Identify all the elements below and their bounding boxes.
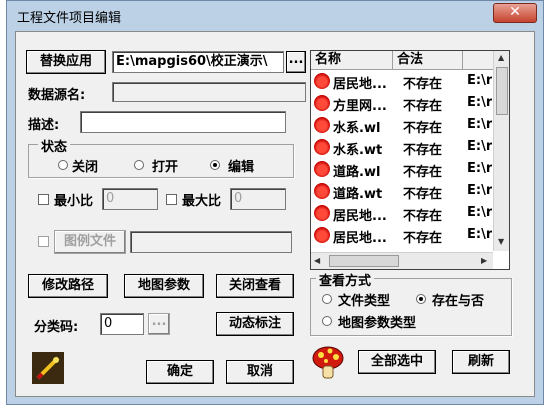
- file-status-icon: [314, 183, 330, 199]
- datasource-label: 数据源名:: [28, 88, 86, 103]
- column-path[interactable]: [463, 51, 493, 69]
- classify-field[interactable]: 0: [100, 313, 144, 335]
- file-status-icon: [314, 73, 330, 89]
- scroll-up-icon[interactable]: ▲: [498, 53, 504, 62]
- classify-label: 分类码:: [34, 320, 79, 335]
- list-item[interactable]: 水系.wl 不存在 E:\r: [311, 115, 493, 137]
- description-label: 描述:: [28, 118, 60, 133]
- scroll-down-icon[interactable]: ▼: [498, 237, 504, 246]
- list-item[interactable]: 方里网... 不存在 E:\r: [311, 93, 493, 115]
- list-vertical-scrollbar[interactable]: ▲ ▼: [493, 51, 509, 251]
- view-file-type-radio[interactable]: [322, 294, 332, 304]
- close-button[interactable]: ✕: [493, 3, 537, 23]
- list-header: 名称 合法: [311, 51, 493, 70]
- state-group-title: 状态: [38, 136, 71, 155]
- file-status-icon: [314, 227, 330, 243]
- select-all-button[interactable]: 全部选中: [358, 350, 436, 374]
- file-status-icon: [314, 117, 330, 133]
- view-mode-title: 查看方式: [316, 270, 375, 289]
- file-status-icon: [314, 205, 330, 221]
- path-field[interactable]: E:\mapgis60\校正演示\: [112, 51, 284, 73]
- legend-file-checkbox: [38, 236, 49, 247]
- scroll-right-icon[interactable]: ▶: [481, 256, 487, 265]
- state-close-radio[interactable]: [58, 160, 68, 170]
- column-name[interactable]: 名称: [311, 51, 393, 69]
- min-scale-label: 最小比: [54, 194, 94, 209]
- list-item[interactable]: 居民地... 不存在 E:\r: [311, 203, 493, 225]
- state-edit-label: 编辑: [228, 160, 255, 175]
- list-item[interactable]: 居民地... 不存在 E:\r: [311, 225, 493, 247]
- scroll-thumb[interactable]: [496, 67, 508, 115]
- view-map-param-label: 地图参数类型: [338, 316, 417, 331]
- view-map-param-radio[interactable]: [322, 316, 332, 326]
- pen-icon: [32, 352, 64, 384]
- legend-file-field: [130, 231, 292, 253]
- dialog-client: 替换应用 E:\mapgis60\校正演示\ ... 数据源名: 描述: 状态 …: [15, 31, 535, 397]
- file-status-icon: [314, 161, 330, 177]
- view-exists-label: 存在与否: [432, 294, 485, 309]
- max-scale-label: 最大比: [182, 194, 222, 209]
- datasource-field: [112, 82, 306, 102]
- title-bar: 工程文件项目编辑 ✕: [7, 1, 543, 29]
- replace-apply-button[interactable]: 替换应用: [26, 50, 106, 74]
- max-scale-field: 0: [230, 188, 286, 210]
- view-exists-radio[interactable]: [416, 294, 426, 304]
- cancel-button[interactable]: 取消: [226, 360, 294, 384]
- view-file-type-label: 文件类型: [338, 294, 391, 309]
- file-status-icon: [314, 139, 330, 155]
- state-open-radio[interactable]: [134, 160, 144, 170]
- file-status-icon: [314, 95, 330, 111]
- min-scale-field: 0: [102, 188, 158, 210]
- scroll-left-icon[interactable]: ◀: [314, 256, 320, 265]
- list-horizontal-scrollbar[interactable]: ◀ ▶: [311, 252, 493, 269]
- browse-button[interactable]: ...: [286, 51, 306, 73]
- state-open-label: 打开: [152, 160, 179, 175]
- list-item[interactable]: 水系.wt 不存在 E:\r: [311, 137, 493, 159]
- ok-button[interactable]: 确定: [146, 360, 214, 384]
- state-close-label: 关闭: [72, 160, 99, 175]
- modify-path-button[interactable]: 修改路径: [28, 274, 108, 298]
- description-field[interactable]: [80, 111, 286, 133]
- classify-browse-button: ...: [148, 313, 170, 335]
- list-item[interactable]: 道路.wl 不存在 E:\r: [311, 159, 493, 181]
- column-legal[interactable]: 合法: [393, 51, 463, 69]
- legend-file-button: 图例文件: [54, 230, 126, 254]
- scroll-h-thumb[interactable]: [329, 255, 399, 267]
- close-view-button[interactable]: 关闭查看: [216, 274, 294, 298]
- list-item[interactable]: 道路.wt 不存在 E:\r: [311, 181, 493, 203]
- window-title: 工程文件项目编辑: [17, 11, 122, 26]
- dialog-window: 工程文件项目编辑 ✕ 替换应用 E:\mapgis60\校正演示\ ... 数据…: [6, 0, 544, 405]
- file-list[interactable]: 名称 合法 居民地... 不存在 E:\r 方里网... 不存在 E:\r 水系…: [310, 50, 510, 270]
- state-edit-radio[interactable]: [210, 160, 220, 170]
- max-scale-checkbox[interactable]: [166, 194, 177, 205]
- mushroom-icon: [312, 344, 344, 380]
- refresh-button[interactable]: 刷新: [452, 350, 510, 374]
- list-item[interactable]: 居民地... 不存在 E:\r: [311, 71, 493, 93]
- dynamic-label-button[interactable]: 动态标注: [216, 312, 294, 336]
- min-scale-checkbox[interactable]: [38, 194, 49, 205]
- map-params-button[interactable]: 地图参数: [124, 274, 204, 298]
